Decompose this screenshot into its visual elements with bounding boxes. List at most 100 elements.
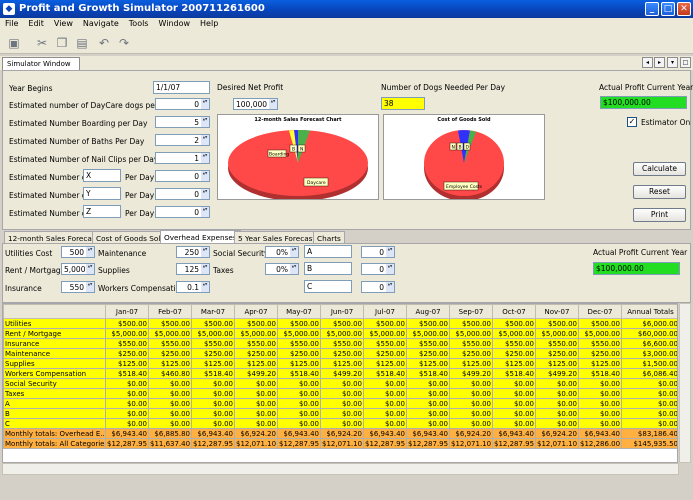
taxes-spinner[interactable]: 0% xyxy=(265,263,299,275)
column-header[interactable]: Jan-07 xyxy=(105,304,149,319)
undo-icon[interactable]: ↶ xyxy=(96,35,112,51)
custom-a-field[interactable]: A xyxy=(304,245,352,258)
row-label: A xyxy=(3,398,106,409)
table-cell: $518.40 xyxy=(105,368,149,379)
workers-comp-spinner[interactable]: 0.1 xyxy=(176,281,210,293)
supplies-spinner[interactable]: 125 xyxy=(176,263,210,275)
tab-simulator-window[interactable]: Simulator Window × xyxy=(2,57,80,76)
table-cell: $0.00 xyxy=(191,408,235,419)
table-cell: $0.00 xyxy=(406,398,450,409)
paste-icon[interactable]: ▤ xyxy=(74,35,90,51)
menu-tools[interactable]: Tools xyxy=(124,18,154,29)
app-icon: ◆ xyxy=(3,3,15,15)
daycare-spinner[interactable]: 0 xyxy=(155,98,210,110)
column-header[interactable]: Annual Totals xyxy=(621,304,677,319)
table-cell: $0.00 xyxy=(320,388,364,399)
table-row[interactable]: Taxes $0.00 $0.00 $0.00 $0.00 $0.00 $0.00 $0.00… xyxy=(3,388,677,399)
estimator-checkbox[interactable]: ✓ xyxy=(627,117,637,127)
table-cell: $518.40 xyxy=(191,368,235,379)
reset-button[interactable]: Reset xyxy=(633,185,686,199)
maintenance-spinner[interactable]: 250 xyxy=(176,246,210,258)
insurance-spinner[interactable]: 550 xyxy=(61,281,95,293)
cut-icon[interactable]: ✂ xyxy=(34,35,50,51)
column-header[interactable]: Dec-07 xyxy=(578,304,622,319)
simulator-panel: Year Begins 1/1/07 Estimated number of D… xyxy=(2,70,693,230)
save-all-icon[interactable]: ▣ xyxy=(6,35,22,51)
calculate-button[interactable]: Calculate xyxy=(633,162,686,176)
table-row[interactable]: Monthly totals: Overhead E... $6,943.40 $6… xyxy=(3,428,677,439)
year-begins-field[interactable]: 1/1/07 xyxy=(153,81,210,94)
menu-help[interactable]: Help xyxy=(195,18,223,29)
desired-profit-spinner[interactable]: 100,000 xyxy=(233,98,278,110)
tab-list-icon[interactable]: ▾ xyxy=(667,57,678,68)
column-header[interactable]: Jun-07 xyxy=(320,304,364,319)
table-cell: $0.00 xyxy=(105,398,149,409)
boarding-spinner[interactable]: 5 xyxy=(155,116,210,128)
social-security-spinner[interactable]: 0% xyxy=(265,246,299,258)
custom-z-field[interactable]: Z xyxy=(83,205,121,218)
table-cell: $0.00 xyxy=(234,378,278,389)
table-row[interactable]: Maintenance $250.00 $250.00 $250.00 $250.00 $… xyxy=(3,348,677,359)
custom-c-field[interactable]: C xyxy=(304,280,352,293)
custom-z-spinner[interactable]: 0 xyxy=(155,206,210,218)
table-row[interactable]: Supplies $125.00 $125.00 $125.00 $125.00 $125… xyxy=(3,358,677,369)
table-cell: $0.00 xyxy=(148,398,192,409)
tab-right-icon[interactable]: ▸ xyxy=(654,57,665,68)
table-row[interactable]: Monthly totals: All Categories $12,287.95… xyxy=(3,438,677,449)
custom-c-spinner[interactable]: 0 xyxy=(361,281,395,293)
column-header[interactable]: Oct-07 xyxy=(492,304,536,319)
table-row[interactable]: B $0.00 $0.00 $0.00 $0.00 $0.00 $0.00 $0.00 $0.0… xyxy=(3,408,677,419)
table-row[interactable]: Social Security $0.00 $0.00 $0.00 $0.00 $0.00… xyxy=(3,378,677,389)
custom-b-field[interactable]: B xyxy=(304,262,352,275)
menu-edit[interactable]: Edit xyxy=(23,18,49,29)
custom-b-spinner[interactable]: 0 xyxy=(361,263,395,275)
tab-overhead[interactable]: Overhead Expenses xyxy=(160,230,241,244)
table-cell: $0.00 xyxy=(191,418,235,429)
custom-x-field[interactable]: X xyxy=(83,169,121,182)
table-cell: $0.00 xyxy=(449,388,493,399)
table-cell: $550.00 xyxy=(277,338,321,349)
vertical-scrollbar[interactable] xyxy=(679,303,691,463)
utilities-spinner[interactable]: 500 xyxy=(61,246,95,258)
column-header[interactable]: Sep-07 xyxy=(449,304,493,319)
custom-y-field[interactable]: Y xyxy=(83,187,121,200)
maximize-button[interactable]: □ xyxy=(661,2,675,16)
table-cell: $250.00 xyxy=(578,348,622,359)
copy-icon[interactable]: ❐ xyxy=(54,35,70,51)
column-header[interactable]: May-07 xyxy=(277,304,321,319)
column-header[interactable]: Jul-07 xyxy=(363,304,407,319)
baths-spinner[interactable]: 2 xyxy=(155,134,210,146)
column-header[interactable]: Nov-07 xyxy=(535,304,579,319)
menu-file[interactable]: File xyxy=(0,18,23,29)
table-cell: $0.00 xyxy=(363,408,407,419)
overhead-table: Jan-07 Feb-07 Mar-07 Apr-07 May-07 Jun-07 Jul-… xyxy=(2,303,678,463)
table-row[interactable]: C $0.00 $0.00 $0.00 $0.00 $0.00 $0.00 $0.00 $0.0… xyxy=(3,418,677,429)
redo-icon[interactable]: ↷ xyxy=(116,35,132,51)
table-header: Jan-07 Feb-07 Mar-07 Apr-07 May-07 Jun-07 Jul-… xyxy=(3,304,677,319)
nail-clips-spinner[interactable]: 1 xyxy=(155,152,210,164)
tab-left-icon[interactable]: ◂ xyxy=(642,57,653,68)
table-row[interactable]: A $0.00 $0.00 $0.00 $0.00 $0.00 $0.00 $0.00 $0.0… xyxy=(3,398,677,409)
column-header[interactable]: Mar-07 xyxy=(191,304,235,319)
rent-spinner[interactable]: 5,000 xyxy=(61,263,95,275)
menu-window[interactable]: Window xyxy=(153,18,195,29)
custom-x-spinner[interactable]: 0 xyxy=(155,170,210,182)
column-header[interactable]: Aug-07 xyxy=(406,304,450,319)
column-header[interactable]: Apr-07 xyxy=(234,304,278,319)
menu-navigate[interactable]: Navigate xyxy=(78,18,124,29)
maximize-doc-icon[interactable]: □ xyxy=(680,57,691,68)
table-row[interactable]: Utilities $500.00 $500.00 $500.00 $500.00 $50… xyxy=(3,318,677,329)
print-button[interactable]: Print xyxy=(633,208,686,222)
table-cell: $250.00 xyxy=(492,348,536,359)
column-header[interactable] xyxy=(3,304,106,319)
column-header[interactable]: Feb-07 xyxy=(148,304,192,319)
close-button[interactable]: ✕ xyxy=(677,2,691,16)
horizontal-scrollbar[interactable] xyxy=(2,463,679,475)
minimize-button[interactable]: _ xyxy=(645,2,659,16)
custom-a-spinner[interactable]: 0 xyxy=(361,246,395,258)
custom-y-spinner[interactable]: 0 xyxy=(155,188,210,200)
table-row[interactable]: Insurance $550.00 $550.00 $550.00 $550.00 $55… xyxy=(3,338,677,349)
menu-view[interactable]: View xyxy=(49,18,78,29)
table-row[interactable]: Rent / Mortgage $5,000.00 $5,000.00 $5,000.… xyxy=(3,328,677,339)
table-row[interactable]: Workers Compensation $518.40 $460.80 $518.4… xyxy=(3,368,677,379)
